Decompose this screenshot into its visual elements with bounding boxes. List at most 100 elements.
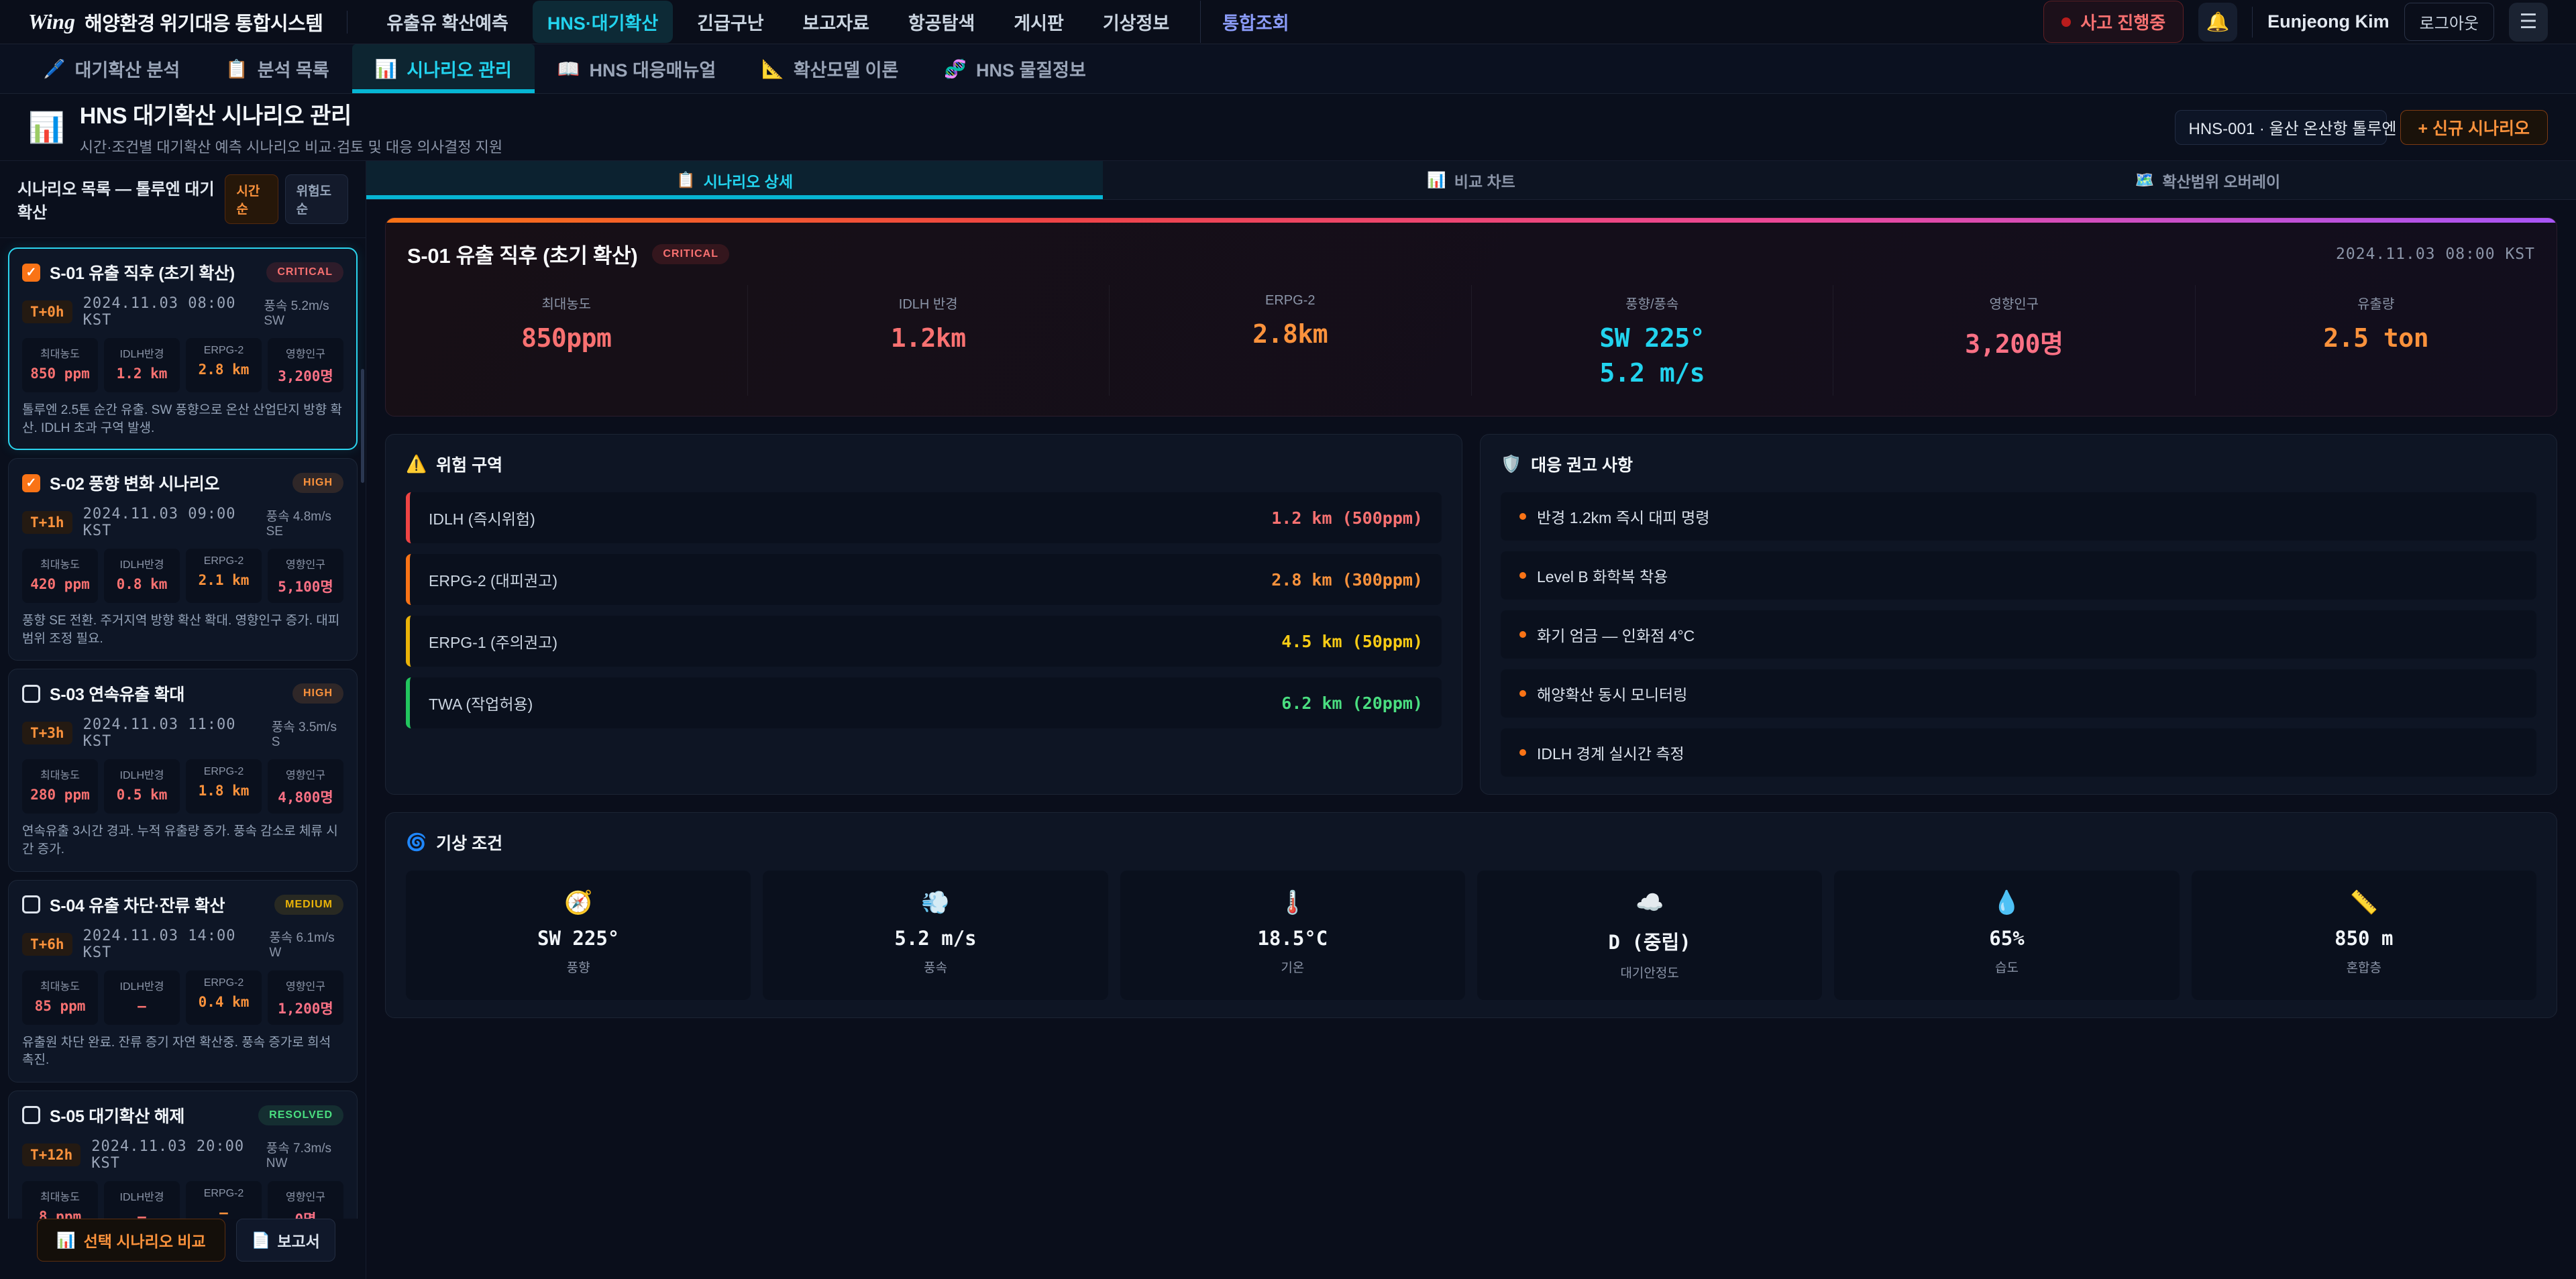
scenario-checkbox[interactable] (22, 895, 40, 913)
tab-hns-manual[interactable]: 📖 HNS 대응매뉴얼 (535, 44, 739, 93)
sort-by-time-button[interactable]: 시간순 (225, 174, 278, 224)
severity-badge: HIGH (292, 473, 343, 493)
risk-value: 6.2 km (20ppm) (1281, 693, 1423, 713)
scenario-checkbox[interactable] (22, 1106, 40, 1124)
scenario-checkbox[interactable] (22, 264, 40, 282)
severity-badge: MEDIUM (274, 895, 343, 915)
scenario-title: S-01 유출 직후 (초기 확산) (50, 260, 235, 284)
detail-stat-value: 850ppm (386, 323, 747, 353)
stat-affected-population: 영향인구 3,200명 (268, 338, 343, 392)
detail-stat-label: 유출량 (2196, 293, 2557, 313)
nav-item-reports[interactable]: 보고자료 (788, 1, 884, 43)
stat-value: 2.1 km (189, 572, 259, 588)
stat-value: 0.8 km (107, 576, 177, 592)
weather-value: 65% (1839, 927, 2174, 950)
nav-item-weather[interactable]: 기상정보 (1088, 1, 1184, 43)
scenario-card-s04[interactable]: S-04 유출 차단·잔류 확산 MEDIUM T+6h 2024.11.03 … (8, 880, 358, 1082)
tab-hns-substance-info[interactable]: 🧬 HNS 물질정보 (921, 44, 1109, 93)
detail-stat-label: 풍향/풍속 (1472, 293, 1833, 313)
risk-label: IDLH (즉시위험) (429, 506, 535, 529)
tab-label: HNS 물질정보 (976, 56, 1086, 82)
tab-model-theory[interactable]: 📐 확산모델 이론 (739, 44, 921, 93)
nav-item-oil-spill[interactable]: 유출유 확산예측 (372, 1, 523, 43)
stat-idlh-radius: IDLH반경 – (104, 1181, 180, 1219)
scenario-card-s01[interactable]: S-01 유출 직후 (초기 확산) CRITICAL T+0h 2024.11… (8, 247, 358, 450)
time-offset-badge: T+3h (22, 722, 72, 744)
hamburger-menu-button[interactable]: ☰ (2509, 3, 2548, 42)
page-title-block: HNS 대기확산 시나리오 관리 시간·조건별 대기확산 예측 시나리오 비교·… (80, 97, 502, 157)
report-button[interactable]: 📄 보고서 (236, 1219, 335, 1262)
book-icon: 📖 (557, 58, 580, 80)
scenario-checkbox[interactable] (22, 685, 40, 703)
severity-gradient-bar (386, 218, 2557, 223)
tab-analysis-list[interactable]: 📋 분석 목록 (203, 44, 352, 93)
bullet-dot-icon (1519, 513, 1526, 520)
tab-dispersion-analysis[interactable]: 🖊️ 대기확산 분석 (20, 44, 203, 93)
scenario-title: S-05 대기확산 해제 (50, 1103, 184, 1127)
logo-wing-icon: Wing (28, 9, 75, 34)
logout-button[interactable]: 로그아웃 (2404, 3, 2494, 41)
stat-idlh-radius: IDLH반경 1.2 km (104, 338, 180, 392)
detail-tab-scenario-detail[interactable]: 📋 시나리오 상세 (366, 161, 1103, 199)
stat-value: 4,800명 (270, 787, 341, 807)
scenario-checkbox[interactable] (22, 474, 40, 492)
detail-stat-value: 1.2km (748, 323, 1110, 353)
nav-item-integrated-search[interactable]: 통합조회 (1200, 1, 1303, 43)
ruler-icon: 📏 (2197, 889, 2531, 916)
detail-stat-wind: 풍향/풍속 SW 225° 5.2 m/s (1471, 285, 1833, 396)
compare-scenarios-button[interactable]: 📊 선택 시나리오 비교 (37, 1219, 225, 1262)
bar-chart-icon: 📊 (375, 58, 398, 80)
scenario-datetime: 2024.11.03 11:00 KST (83, 716, 261, 750)
nav-item-aerial-search[interactable]: 항공탐색 (894, 1, 989, 43)
stat-label: ERPG-2 (189, 766, 259, 778)
weather-card-stability: ☁️ D (중립) 대기안정도 (1477, 871, 1822, 1000)
stat-value: – (107, 998, 177, 1014)
scenario-card-s02[interactable]: S-02 풍향 변화 시나리오 HIGH T+1h 2024.11.03 09:… (8, 458, 358, 661)
nav-item-hns-dispersion[interactable]: HNS·대기확산 (533, 1, 673, 43)
wind-direction-value: SW 225° (1599, 323, 1705, 353)
stat-value: 850 ppm (25, 366, 95, 382)
weather-label: 혼합층 (2197, 958, 2531, 976)
detail-stats-row: 최대농도 850ppm IDLH 반경 1.2km ERPG-2 2.8km (386, 276, 2557, 416)
scenario-detail-card: S-01 유출 직후 (초기 확산) CRITICAL 2024.11.03 0… (385, 217, 2557, 416)
weather-card-wind-direction: 🧭 SW 225° 풍향 (406, 871, 751, 1000)
stat-max-concentration: 최대농도 420 ppm (22, 549, 98, 603)
recommendation-text: IDLH 경계 실시간 측정 (1537, 741, 1684, 764)
scenario-title: S-03 연속유출 확대 (50, 681, 184, 706)
scenario-wind: 풍속 7.3m/s NW (266, 1138, 343, 1171)
stat-label: 최대농도 (25, 345, 95, 361)
scenario-card-s05[interactable]: S-05 대기확산 해제 RESOLVED T+12h 2024.11.03 2… (8, 1091, 358, 1219)
app-logo: Wing 해양환경 위기대응 통합시스템 (28, 8, 323, 36)
weather-card-mixing-layer: 📏 850 m 혼합층 (2192, 871, 2536, 1000)
risk-zones-panel: ⚠️ 위험 구역 IDLH (즉시위험) 1.2 km (500ppm) ERP… (385, 434, 1462, 795)
droplet-icon: 💧 (1839, 889, 2174, 916)
stat-label: IDLH반경 (107, 977, 177, 993)
stat-affected-population: 영향인구 5,100명 (268, 549, 343, 603)
weather-card-wind-speed: 💨 5.2 m/s 풍속 (763, 871, 1108, 1000)
notification-button[interactable]: 🔔 (2198, 3, 2237, 42)
scenario-wind: 풍속 3.5m/s S (272, 717, 343, 750)
weather-label: 풍속 (768, 958, 1102, 976)
risk-row-erpg1: ERPG-1 (주의권고) 4.5 km (50ppm) (406, 616, 1442, 667)
tab-label: HNS 대응매뉴얼 (589, 56, 716, 82)
stat-erpg2: ERPG-2 – (186, 1181, 262, 1219)
stat-value: 0.4 km (189, 994, 259, 1010)
nav-item-rescue[interactable]: 긴급구난 (682, 1, 778, 43)
tab-scenario-management[interactable]: 📊 시나리오 관리 (352, 44, 535, 93)
sort-by-risk-button[interactable]: 위험도순 (285, 174, 348, 224)
detail-tab-compare-chart[interactable]: 📊 비교 차트 (1103, 161, 1839, 199)
risk-value: 1.2 km (500ppm) (1271, 508, 1423, 528)
weather-label: 풍향 (411, 958, 745, 976)
scenario-card-s03[interactable]: S-03 연속유출 확대 HIGH T+3h 2024.11.03 11:00 … (8, 669, 358, 871)
new-scenario-button[interactable]: + 신규 시나리오 (2400, 110, 2548, 145)
risk-label: ERPG-1 (주의권고) (429, 630, 557, 653)
detail-tab-dispersion-overlay[interactable]: 🗺️ 확산범위 오버레이 (1839, 161, 2576, 199)
bar-chart-icon: 📊 (1427, 171, 1446, 189)
incident-select-dropdown[interactable]: HNS-001 · 울산 온산항 톨루엔 누출 ▾ (2175, 110, 2387, 145)
sidebar-scrollbar[interactable] (361, 369, 364, 483)
stat-idlh-radius: IDLH반경 0.8 km (104, 549, 180, 603)
risk-zones-title: 위험 구역 (436, 452, 502, 476)
incident-status-text: 사고 진행중 (2080, 9, 2165, 34)
detail-severity-badge: CRITICAL (652, 244, 729, 264)
nav-item-board[interactable]: 게시판 (999, 1, 1079, 43)
